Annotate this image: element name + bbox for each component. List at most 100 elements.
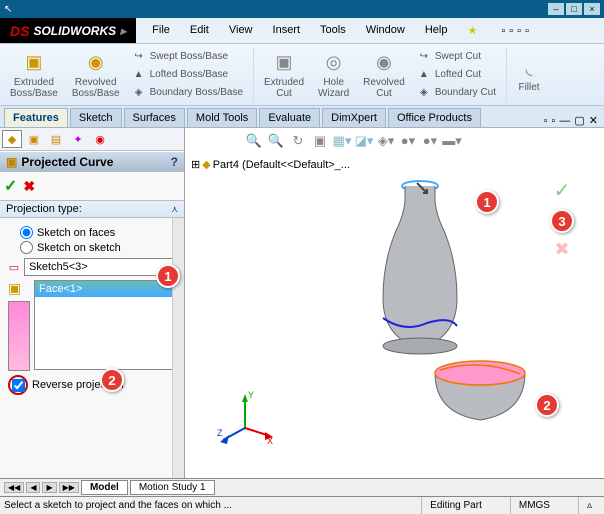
view-minimize-icon[interactable]: — — [559, 115, 570, 127]
model-viewport[interactable]: 🔍 🔍 ↻ ▣ ▦▾ ◪▾ ◈▾ ●▾ ●▾ ▬▾ ⊞ ◆ Part4 (Def… — [185, 128, 604, 478]
expand-icon[interactable]: ⊞ — [191, 158, 200, 171]
feature-title-bar: ▣ Projected Curve ? — [0, 151, 184, 172]
minimize-button[interactable]: – — [548, 3, 564, 15]
status-pin-icon[interactable]: ▵ — [578, 497, 600, 514]
property-tab-icon[interactable]: ▣ — [24, 130, 44, 148]
extruded-boss-button[interactable]: ▣ Extruded Boss/Base — [6, 49, 62, 101]
boundary-boss-button[interactable]: ◈Boundary Boss/Base — [130, 85, 245, 101]
dimx-tab-icon[interactable]: ✦ — [68, 130, 88, 148]
tab-model[interactable]: Model — [81, 480, 128, 495]
tab-sketch[interactable]: Sketch — [70, 108, 122, 127]
ok-icon[interactable]: ✓ — [4, 176, 17, 196]
svg-text:Y: Y — [248, 390, 254, 400]
tab-features[interactable]: Features — [4, 108, 68, 127]
menu-help[interactable]: Help — [417, 22, 456, 39]
confirm-ok-icon[interactable]: ✓ — [554, 178, 571, 203]
appearance-icon[interactable]: ●▾ — [399, 132, 417, 150]
axis-triad[interactable]: Y X Z — [215, 388, 275, 448]
panel-scrollbar[interactable] — [172, 218, 184, 478]
opt-sketch-on-faces[interactable]: Sketch on faces — [20, 226, 176, 239]
nav-first-icon[interactable]: ◀◀ — [4, 482, 24, 493]
revolved-cut-button[interactable]: ◉ Revolved Cut — [359, 49, 409, 101]
view-close-icon[interactable]: ✕ — [589, 114, 598, 127]
hide-show-icon[interactable]: ◈▾ — [377, 132, 395, 150]
collapse-icon: ⋏ — [171, 204, 178, 215]
menu-view[interactable]: View — [221, 22, 261, 39]
display-style-icon[interactable]: ▦▾ — [333, 132, 351, 150]
part-icon: ◆ — [202, 158, 210, 171]
swept-cut-button[interactable]: ↪Swept Cut — [415, 49, 498, 65]
rotate-icon[interactable]: ↻ — [289, 132, 307, 150]
status-units[interactable]: MMGS — [510, 497, 558, 514]
nav-last-icon[interactable]: ▶▶ — [59, 482, 79, 493]
menu-file[interactable]: File — [144, 22, 178, 39]
render-icon[interactable]: ▬▾ — [443, 132, 461, 150]
open-file-icon[interactable]: ▫ — [509, 25, 513, 37]
callout-view-2: 2 — [535, 393, 559, 417]
scene-icon[interactable]: ●▾ — [421, 132, 439, 150]
boundary-cut-button[interactable]: ◈Boundary Cut — [415, 85, 498, 101]
config-tab-icon[interactable]: ▤ — [46, 130, 66, 148]
face-list-item[interactable]: Face<1> — [35, 281, 175, 297]
confirm-cancel-icon[interactable]: ✖ — [554, 239, 569, 260]
svg-text:X: X — [267, 436, 273, 446]
radio-faces[interactable] — [20, 226, 33, 239]
cancel-icon[interactable]: ✖ — [23, 178, 35, 195]
maximize-button[interactable]: □ — [566, 3, 582, 15]
zoom-window-icon[interactable]: 🔍 — [267, 132, 285, 150]
view-orient-icon[interactable]: ◪▾ — [355, 132, 373, 150]
view-maximize-icon[interactable]: ▢ — [574, 114, 584, 127]
opt-sketch-on-sketch[interactable]: Sketch on sketch — [20, 241, 176, 254]
bowl-model[interactable] — [425, 358, 535, 428]
face-listbox[interactable]: Face<1> — [34, 280, 176, 370]
save-icon[interactable]: ▫ — [517, 25, 521, 37]
bottle-model[interactable] — [365, 178, 475, 358]
star-icon[interactable]: ★ — [459, 22, 485, 39]
menu-edit[interactable]: Edit — [182, 22, 217, 39]
tab-dimxpert[interactable]: DimXpert — [322, 108, 386, 127]
tab-mold-tools[interactable]: Mold Tools — [187, 108, 257, 127]
reverse-row[interactable]: Reverse projection — [8, 375, 176, 395]
menu-window[interactable]: Window — [358, 22, 413, 39]
help-icon[interactable]: ? — [171, 155, 178, 169]
radio-sketch[interactable] — [20, 241, 33, 254]
reverse-callout-circle — [8, 375, 28, 395]
menu-bar: DS SOLIDWORKS ▸ File Edit View Insert To… — [0, 18, 604, 44]
reverse-checkbox[interactable] — [12, 379, 25, 392]
view-icon-2[interactable]: ▫ — [551, 115, 555, 127]
tab-motion-study[interactable]: Motion Study 1 — [130, 480, 215, 495]
fillet-button[interactable]: ◟ Fillet — [513, 54, 545, 95]
tab-evaluate[interactable]: Evaluate — [259, 108, 320, 127]
zoom-fit-icon[interactable]: 🔍 — [245, 132, 263, 150]
fillet-icon: ◟ — [517, 56, 541, 80]
view-icon-1[interactable]: ▫ — [544, 115, 548, 127]
lofted-cut-button[interactable]: ▲Lofted Cut — [415, 67, 498, 83]
nav-prev-icon[interactable]: ◀ — [26, 482, 40, 493]
svg-text:Z: Z — [217, 428, 223, 438]
flyout-tree[interactable]: ⊞ ◆ Part4 (Default<<Default>_... — [191, 158, 350, 171]
tree-tab-icon[interactable]: ◆ — [2, 130, 22, 148]
tab-surfaces[interactable]: Surfaces — [124, 108, 185, 127]
menu-insert[interactable]: Insert — [265, 22, 309, 39]
extruded-cut-button[interactable]: ▣ Extruded Cut — [260, 49, 308, 101]
render-tab-icon[interactable]: ◉ — [90, 130, 110, 148]
status-mode: Editing Part — [421, 497, 490, 514]
new-file-icon[interactable]: ▫ — [501, 25, 505, 37]
sketch-select-input[interactable] — [24, 258, 176, 276]
close-button[interactable]: × — [584, 3, 600, 15]
nav-next-icon[interactable]: ▶ — [42, 482, 56, 493]
lofted-boss-button[interactable]: ▲Lofted Boss/Base — [130, 67, 245, 83]
tree-root[interactable]: Part4 (Default<<Default>_... — [213, 159, 350, 171]
window-titlebar: ↖ – □ × — [0, 0, 604, 18]
menu-tools[interactable]: Tools — [312, 22, 354, 39]
ds-logo-icon: DS — [10, 23, 29, 39]
toolbar-more-icon[interactable]: ▫ — [525, 25, 529, 37]
tab-office-products[interactable]: Office Products — [388, 108, 481, 127]
swept-boss-button[interactable]: ↪Swept Boss/Base — [130, 49, 245, 65]
revolved-boss-button[interactable]: ◉ Revolved Boss/Base — [68, 49, 124, 101]
hole-wizard-button[interactable]: ◎ Hole Wizard — [314, 49, 353, 101]
section-header[interactable]: Projection type: ⋏ — [0, 200, 184, 218]
bottom-tabs: ◀◀ ◀ ▶ ▶▶ Model Motion Study 1 — [0, 478, 604, 496]
section-icon[interactable]: ▣ — [311, 132, 329, 150]
status-bar: Select a sketch to project and the faces… — [0, 496, 604, 514]
